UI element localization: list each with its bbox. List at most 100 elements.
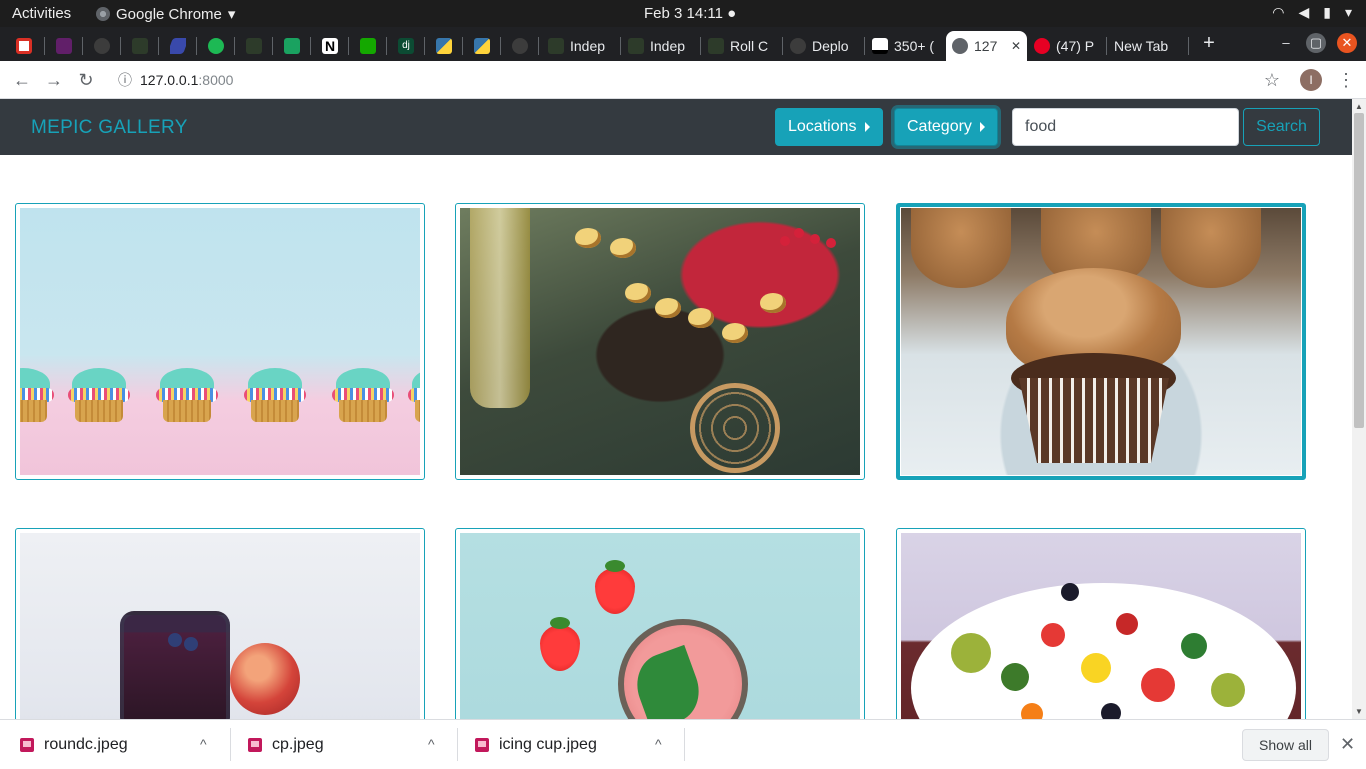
volume-icon: ◀ — [1298, 4, 1310, 20]
browser-toolbar: ← → ↻ ⓘ 127.0.0.1:8000 ☆ I ⋮ — [0, 61, 1366, 99]
system-tray[interactable]: ◠ ◀ ▮ ▾ — [1272, 4, 1352, 21]
notion-icon: N — [322, 38, 338, 54]
bookmark-star-icon[interactable]: ☆ — [1260, 68, 1284, 92]
url-port: :8000 — [198, 72, 234, 88]
forward-button[interactable]: → — [42, 68, 66, 92]
clock[interactable]: Feb 3 14:11 ● — [644, 5, 736, 22]
globe-icon — [952, 38, 968, 54]
scrollbar-thumb[interactable] — [1354, 113, 1364, 428]
tab-django[interactable]: dj — [398, 31, 414, 61]
chevron-up-icon[interactable]: ^ — [655, 736, 662, 752]
gallery-card[interactable] — [15, 203, 425, 480]
battery-icon: ▮ — [1323, 4, 1331, 20]
site-brand[interactable]: MEPIC GALLERY — [31, 117, 188, 139]
reload-button[interactable]: ↻ — [74, 68, 98, 92]
gallery-image-salad — [901, 533, 1301, 719]
tab-deploy[interactable]: Deplo — [790, 31, 858, 61]
tab-active-localhost[interactable]: 127 ✕ — [946, 31, 1027, 61]
tree-icon — [548, 38, 564, 54]
close-shelf-icon[interactable]: ✕ — [1340, 734, 1355, 755]
gallery-image-chocolate-cupcake — [901, 208, 1301, 475]
search-button[interactable]: Search — [1243, 108, 1320, 146]
caret-right-icon — [979, 122, 985, 132]
chevron-up-icon[interactable]: ^ — [428, 736, 435, 752]
download-filename: roundc.jpeg — [44, 735, 128, 753]
back-button[interactable]: ← — [10, 68, 34, 92]
maximize-button[interactable]: ▢ — [1306, 33, 1326, 53]
profile-avatar[interactable]: I — [1300, 69, 1322, 91]
url-host: 127.0.0.1 — [140, 72, 199, 88]
tab-label: New Tab — [1114, 38, 1169, 54]
tab-roll-call[interactable]: Roll C — [708, 31, 776, 61]
gallery-card[interactable] — [455, 203, 865, 480]
tab-indep-1[interactable]: Indep — [548, 31, 614, 61]
gallery-card-selected[interactable] — [896, 203, 1306, 480]
tree-icon — [708, 38, 724, 54]
tab-label: 127 — [974, 38, 998, 54]
tab-label: (47) P — [1056, 38, 1095, 54]
gallery-card[interactable] — [896, 528, 1306, 719]
show-all-downloads-button[interactable]: Show all — [1242, 729, 1329, 761]
tab-tree[interactable] — [132, 31, 148, 61]
tab-label: Deplo — [812, 38, 849, 54]
tab-python-2[interactable] — [474, 31, 490, 61]
gallery-image-cupcakes — [20, 208, 420, 475]
python-icon — [474, 38, 490, 54]
tree-icon — [246, 38, 262, 54]
address-bar[interactable]: ⓘ 127.0.0.1:8000 — [106, 65, 1292, 95]
close-window-button[interactable]: ✕ — [1337, 33, 1357, 53]
tab-indep-2[interactable]: Indep — [628, 31, 694, 61]
wifi-icon: ◠ — [1272, 4, 1285, 20]
download-filename: cp.jpeg — [272, 735, 324, 753]
browser-menu-icon[interactable]: ⋮ — [1334, 68, 1358, 92]
power-menu-icon: ▾ — [1344, 4, 1352, 20]
app-menu[interactable]: Google Chrome ▾ — [96, 5, 235, 23]
search-input[interactable] — [1012, 108, 1239, 146]
app-name: Google Chrome — [116, 5, 222, 23]
gallery-card[interactable] — [455, 528, 865, 719]
python-icon — [436, 38, 452, 54]
caret-right-icon — [864, 122, 870, 132]
activities-button[interactable]: Activities — [12, 5, 71, 22]
gmail-icon — [16, 38, 32, 54]
gallery-image-cake — [460, 208, 860, 475]
chevron-down-icon: ▾ — [227, 6, 236, 23]
category-label: Category — [907, 118, 972, 135]
download-item[interactable]: cp.jpeg — [248, 720, 324, 769]
download-item[interactable]: icing cup.jpeg — [475, 720, 597, 769]
tab-green-check[interactable] — [208, 31, 224, 61]
tab-tree-2[interactable] — [246, 31, 262, 61]
locations-dropdown-button[interactable]: Locations — [775, 108, 883, 146]
tab-350[interactable]: 350+ ( — [872, 31, 940, 61]
pinterest-icon — [1034, 38, 1050, 54]
tab-python[interactable] — [436, 31, 452, 61]
gallery-card[interactable] — [15, 528, 425, 719]
system-top-bar: Activities Google Chrome ▾ Feb 3 14:11 ●… — [0, 0, 1366, 27]
new-tab-button[interactable]: + — [1199, 33, 1219, 53]
slack-icon — [56, 38, 72, 54]
tab-upwork[interactable] — [360, 31, 376, 61]
tab-strip: N dj Indep Indep Roll C Deplo 350+ ( 127… — [0, 27, 1366, 61]
image-file-icon — [20, 737, 34, 752]
site-info-icon[interactable]: ⓘ — [118, 70, 132, 90]
close-tab-icon[interactable]: ✕ — [1011, 39, 1021, 53]
tab-gmail[interactable] — [16, 31, 32, 61]
tab-github-2[interactable] — [512, 31, 528, 61]
tab-pen[interactable] — [170, 31, 186, 61]
gallery-image-strawberry — [460, 533, 860, 719]
chevron-up-icon[interactable]: ^ — [200, 736, 207, 752]
minimize-button[interactable]: – — [1276, 33, 1296, 53]
pen-icon — [170, 38, 186, 54]
category-dropdown-button[interactable]: Category — [894, 108, 998, 146]
github-icon — [512, 38, 528, 54]
tab-label: Indep — [570, 38, 606, 54]
tab-notion[interactable]: N — [322, 31, 338, 61]
download-item[interactable]: roundc.jpeg — [20, 720, 128, 769]
page-scrollbar[interactable]: ▲ ▼ — [1352, 99, 1366, 719]
tab-pinterest[interactable]: (47) P — [1034, 31, 1100, 61]
tab-github[interactable] — [94, 31, 110, 61]
tab-label: Indep — [650, 38, 686, 54]
tab-slack[interactable] — [56, 31, 72, 61]
tab-cross[interactable] — [284, 31, 300, 61]
tab-new-tab[interactable]: New Tab — [1114, 31, 1184, 61]
